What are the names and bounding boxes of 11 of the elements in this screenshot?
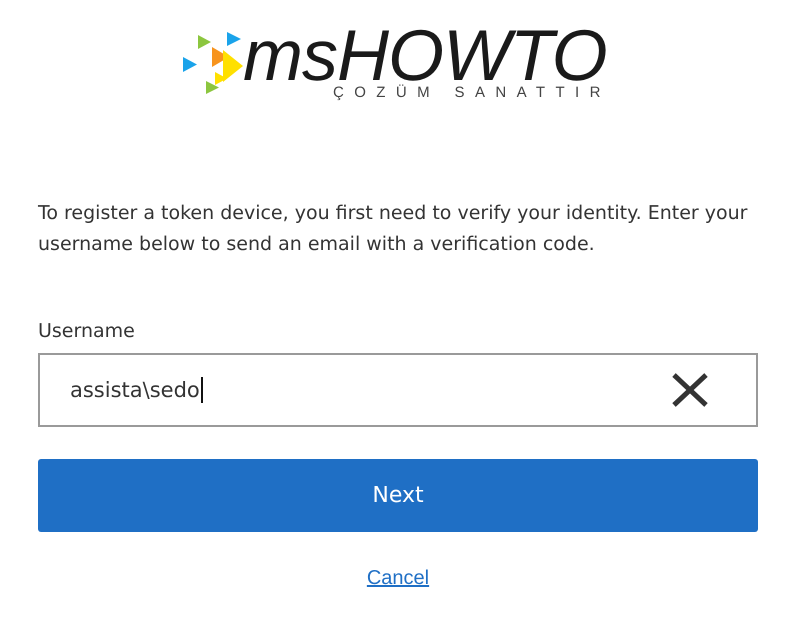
- username-label: Username: [38, 319, 135, 344]
- clear-icon[interactable]: [672, 373, 708, 407]
- logo-wordmark: msHOWTO: [243, 28, 607, 84]
- logo-tagline: ÇOZÜM SANATTIR: [333, 84, 611, 102]
- instructions-text: To register a token device, you first need to verify your identity. Enter your username below to send an email with a verification code.: [38, 201, 748, 257]
- next-button[interactable]: Next: [38, 459, 758, 532]
- text-cursor: [200, 377, 203, 403]
- username-value: assista\sedo: [70, 377, 200, 404]
- username-field[interactable]: assista\sedo: [38, 353, 758, 427]
- cancel-link[interactable]: Cancel: [366, 566, 430, 590]
- play-triangles-icon: [183, 30, 243, 94]
